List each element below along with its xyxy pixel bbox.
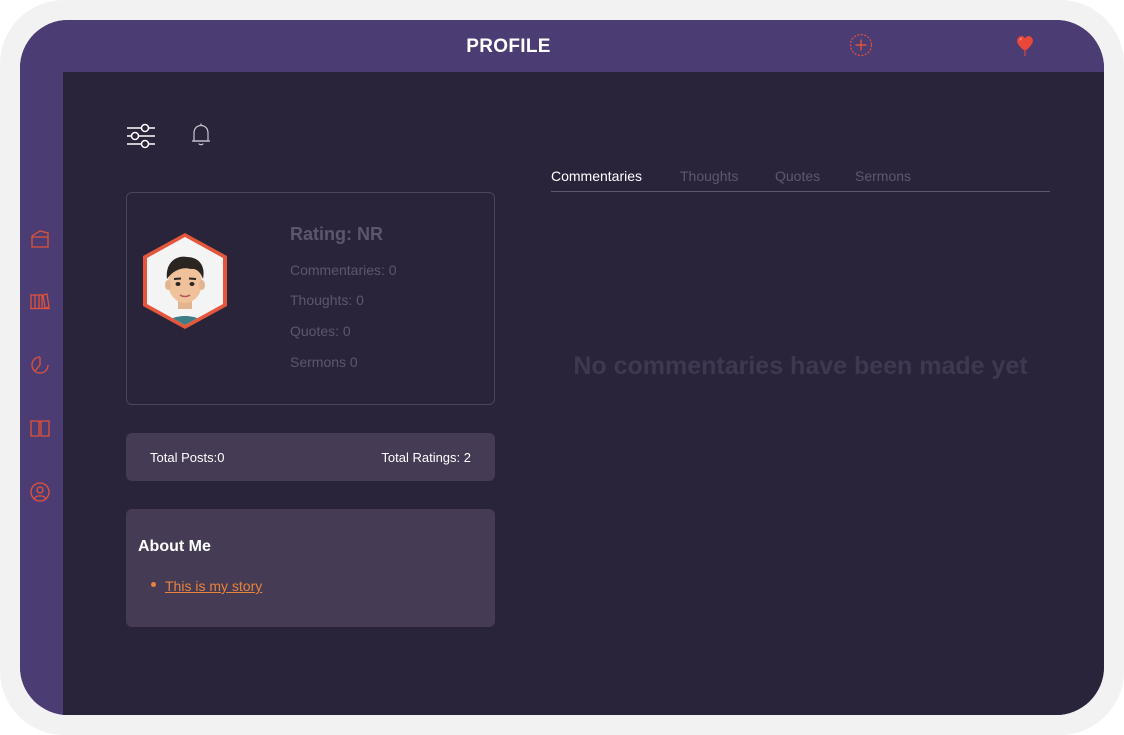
- empty-state-message: No commentaries have been made yet: [573, 352, 1028, 380]
- avatar[interactable]: [140, 231, 230, 331]
- profile-icon[interactable]: [28, 480, 52, 504]
- sidebar: [20, 72, 63, 715]
- sermons-count: Sermons 0: [290, 354, 358, 370]
- pie-chart-icon[interactable]: [28, 353, 52, 377]
- profile-card: Rating: NR Commentaries: 0 Thoughts: 0 Q…: [126, 192, 495, 405]
- heart-balloon-icon[interactable]: [1014, 33, 1036, 57]
- tab-commentaries[interactable]: Commentaries: [551, 168, 642, 184]
- commentaries-count: Commentaries: 0: [290, 262, 397, 278]
- book-icon[interactable]: [28, 416, 52, 440]
- tab-sermons[interactable]: Sermons: [855, 168, 911, 184]
- tab-quotes[interactable]: Quotes: [775, 168, 820, 184]
- about-title: About Me: [138, 538, 211, 555]
- add-circle-icon[interactable]: [849, 33, 873, 57]
- about-story-link[interactable]: This is my story: [165, 578, 262, 594]
- library-icon[interactable]: [28, 289, 52, 313]
- quotes-count: Quotes: 0: [290, 323, 351, 339]
- tab-thoughts[interactable]: Thoughts: [680, 168, 738, 184]
- total-ratings: Total Ratings: 2: [381, 450, 471, 465]
- main-content: Rating: NR Commentaries: 0 Thoughts: 0 Q…: [63, 72, 1104, 715]
- bell-icon[interactable]: [190, 122, 212, 148]
- content-tabs: Commentaries Thoughts Quotes Sermons: [551, 168, 1050, 192]
- device-frame: PROFILE Rating: NR Commentaries: 0 Thoug…: [0, 0, 1124, 735]
- rating-title: Rating: NR: [290, 224, 383, 244]
- sliders-icon[interactable]: [125, 122, 157, 150]
- total-posts: Total Posts:0: [150, 450, 225, 465]
- home-icon[interactable]: [28, 227, 52, 251]
- thoughts-count: Thoughts: 0: [290, 292, 364, 308]
- about-card: About Me This is my story: [126, 509, 495, 627]
- app-screen: PROFILE Rating: NR Commentaries: 0 Thoug…: [20, 20, 1104, 715]
- totals-bar: Total Posts:0 Total Ratings: 2: [126, 433, 495, 481]
- top-bar: PROFILE: [20, 20, 1104, 72]
- bullet-icon: [151, 582, 156, 587]
